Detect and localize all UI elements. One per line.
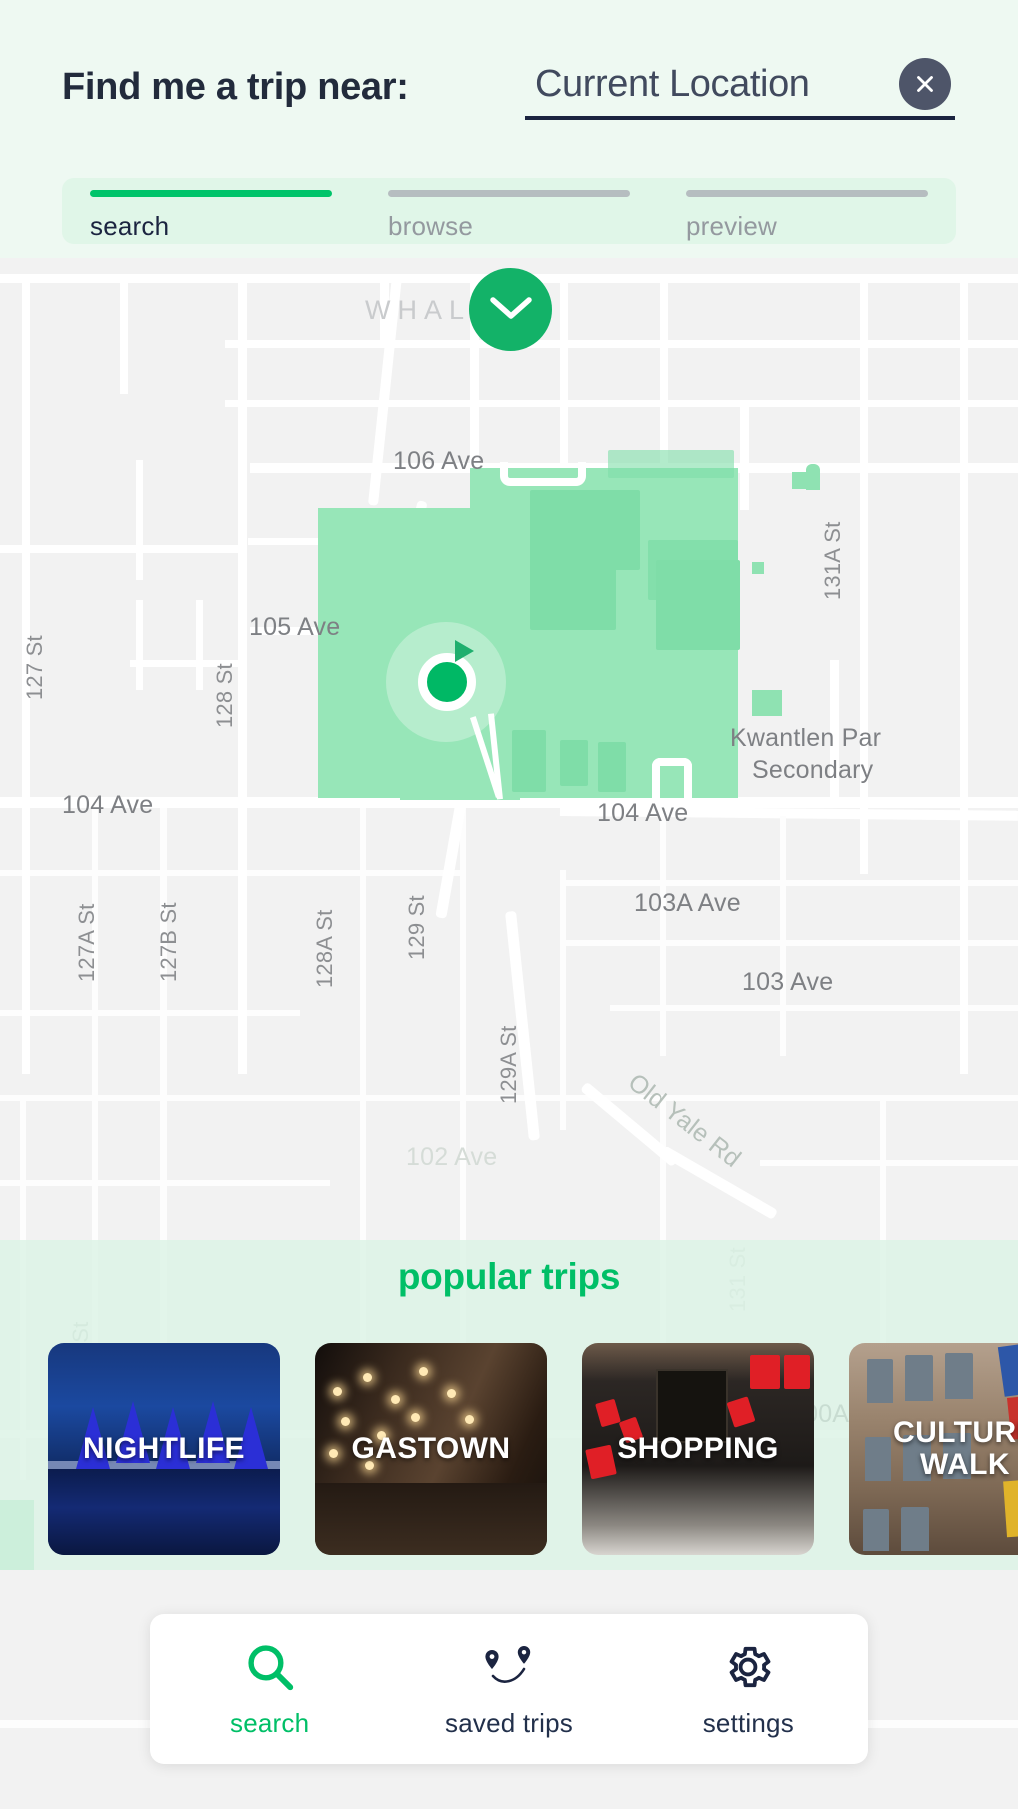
map-road [120, 274, 128, 394]
map-park-block [512, 730, 546, 792]
step-preview[interactable]: preview [658, 190, 956, 242]
nav-item-search[interactable]: search [150, 1640, 389, 1739]
popular-trips-title: popular trips [397, 1256, 621, 1297]
map-road [660, 274, 668, 464]
map-park-block [530, 565, 616, 630]
map-label-street: 129 St [404, 895, 429, 960]
map-road [660, 816, 666, 1056]
map-green-square [752, 690, 782, 716]
map-label-avenue: 103A Ave [634, 889, 741, 917]
route-pins-icon [478, 1640, 540, 1694]
trip-card-shopping[interactable]: SHOPPING [582, 1343, 814, 1555]
map-label-avenue: 105 Ave [249, 613, 341, 641]
map-label-avenue: 106 Ave [393, 447, 485, 475]
step-browse-label: browse [388, 211, 474, 241]
trip-card-label: SHOPPING [617, 1432, 779, 1466]
map-green-square [806, 464, 820, 490]
map-road [0, 870, 460, 876]
step-browse-bar [388, 190, 630, 197]
map-label-street: 127 St [22, 635, 47, 700]
step-search-label: search [90, 211, 170, 241]
step-search-bar [90, 190, 332, 197]
bottom-navigation: search saved trips settings [150, 1614, 868, 1764]
step-preview-label: preview [686, 211, 777, 241]
trip-card-label: CULTURE WALK [893, 1416, 1018, 1481]
popular-trips-carousel[interactable]: NIGHTLIFE GASTOWN SHOPPING CULTUR WALK [48, 1343, 1018, 1555]
map-label-street: 131A St [820, 521, 845, 600]
trip-card-gastown[interactable]: GASTOWN [315, 1343, 547, 1555]
map-road [610, 1005, 1018, 1011]
close-icon[interactable] [899, 58, 951, 110]
step-search[interactable]: search [62, 190, 360, 242]
map-label-avenue: 102 Ave [406, 1143, 498, 1171]
trip-card-label: NIGHTLIFE [83, 1432, 245, 1466]
map-park-block [530, 490, 640, 570]
chevron-down-icon [488, 292, 534, 327]
map-label-street: 128 St [212, 663, 237, 728]
trip-card-label: GASTOWN [351, 1432, 511, 1466]
search-panel: Find me a trip near: Current Location se… [0, 0, 1018, 258]
map-label-avenue: 103 Ave [742, 968, 834, 996]
nav-item-search-label: search [230, 1707, 310, 1738]
location-input-field[interactable]: Current Location [525, 52, 955, 120]
map-park-block [608, 450, 734, 478]
map-label-poi: Kwantlen Par [730, 724, 882, 752]
step-browse[interactable]: browse [360, 190, 658, 242]
app-root: WHALLEY 106 Ave 105 Ave 104 Ave 104 Ave … [0, 0, 1018, 1809]
map-label-street: 127A St [74, 903, 99, 982]
map-road [0, 545, 240, 553]
map-road [560, 940, 1018, 946]
nav-item-saved-trips[interactable]: saved trips [389, 1640, 628, 1739]
map-label-poi: Secondary [752, 756, 874, 784]
collapse-panel-button[interactable] [469, 268, 552, 351]
trip-card-nightlife[interactable]: NIGHTLIFE [48, 1343, 280, 1555]
map-park-block [598, 742, 626, 792]
map-label-street: 127B St [156, 902, 181, 982]
map-road [136, 460, 143, 580]
map-path [652, 758, 692, 800]
map-label-street: 129A St [496, 1025, 521, 1104]
map-road [560, 880, 1018, 886]
location-input-value[interactable]: Current Location [525, 63, 810, 106]
map-road [780, 816, 786, 1056]
map-road [225, 400, 1018, 407]
map-path [740, 400, 749, 510]
map-road [225, 340, 1018, 348]
location-heading-arrow [455, 640, 474, 662]
step-indicator: search browse preview [62, 178, 956, 244]
map-road [760, 1160, 1018, 1166]
trip-card-culture-walk[interactable]: CULTURE WALK [849, 1343, 1018, 1555]
map-road [196, 600, 203, 690]
map-label-avenue: 104 Ave [62, 791, 154, 819]
map-park-block [656, 560, 740, 650]
map-road [136, 600, 143, 690]
map-road [560, 274, 568, 474]
map-label-avenue: 104 Ave [597, 799, 689, 827]
gear-icon [721, 1640, 775, 1694]
map-park-block [560, 740, 588, 786]
map-road-128st [238, 274, 247, 1074]
search-icon [243, 1640, 297, 1694]
page-title: Find me a trip near: [62, 65, 409, 108]
step-preview-bar [686, 190, 928, 197]
map-road [560, 870, 566, 1130]
map-path [500, 462, 586, 486]
nav-item-saved-trips-label: saved trips [445, 1707, 573, 1738]
nav-item-settings[interactable]: settings [629, 1640, 868, 1739]
map-label-street: 128A St [312, 909, 337, 988]
map-green-square [752, 562, 764, 574]
map-road [0, 1010, 300, 1016]
map-road [960, 274, 968, 1074]
nav-item-settings-label: settings [702, 1707, 794, 1738]
